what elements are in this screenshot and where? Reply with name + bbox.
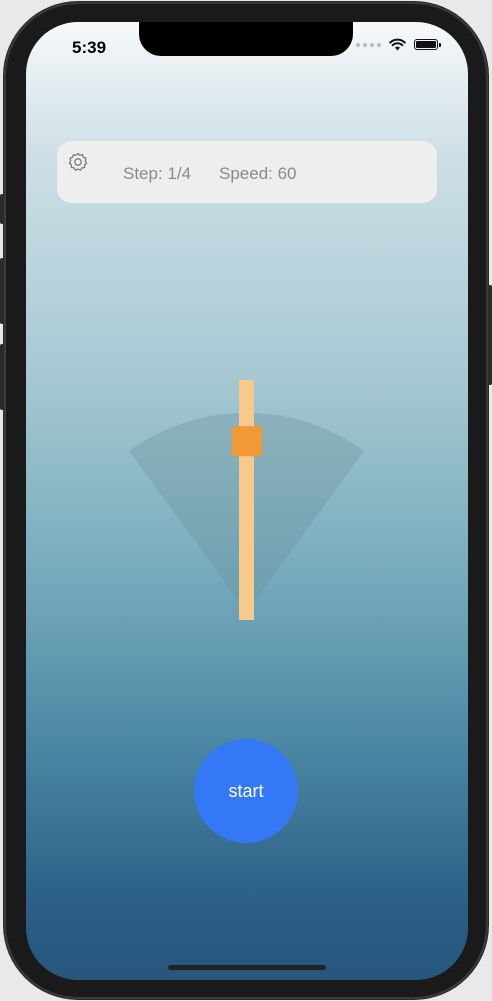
info-bar: Step: 1/4 Speed: 60 (57, 141, 437, 203)
volume-up-button (0, 258, 4, 324)
gear-icon[interactable] (67, 151, 89, 173)
wifi-icon (389, 38, 406, 51)
start-button[interactable]: start (194, 739, 298, 843)
status-time: 5:39 (72, 38, 107, 57)
cellular-signal-icon (356, 42, 381, 47)
battery-icon (414, 39, 441, 50)
home-indicator (168, 965, 326, 970)
step-label: Step: 1/4 (123, 164, 192, 183)
silent-switch (0, 194, 4, 224)
notch (139, 22, 353, 56)
volume-down-button (0, 344, 4, 410)
speed-label: Speed: 60 (219, 164, 297, 183)
power-button (488, 285, 492, 385)
status-icons (356, 38, 441, 51)
